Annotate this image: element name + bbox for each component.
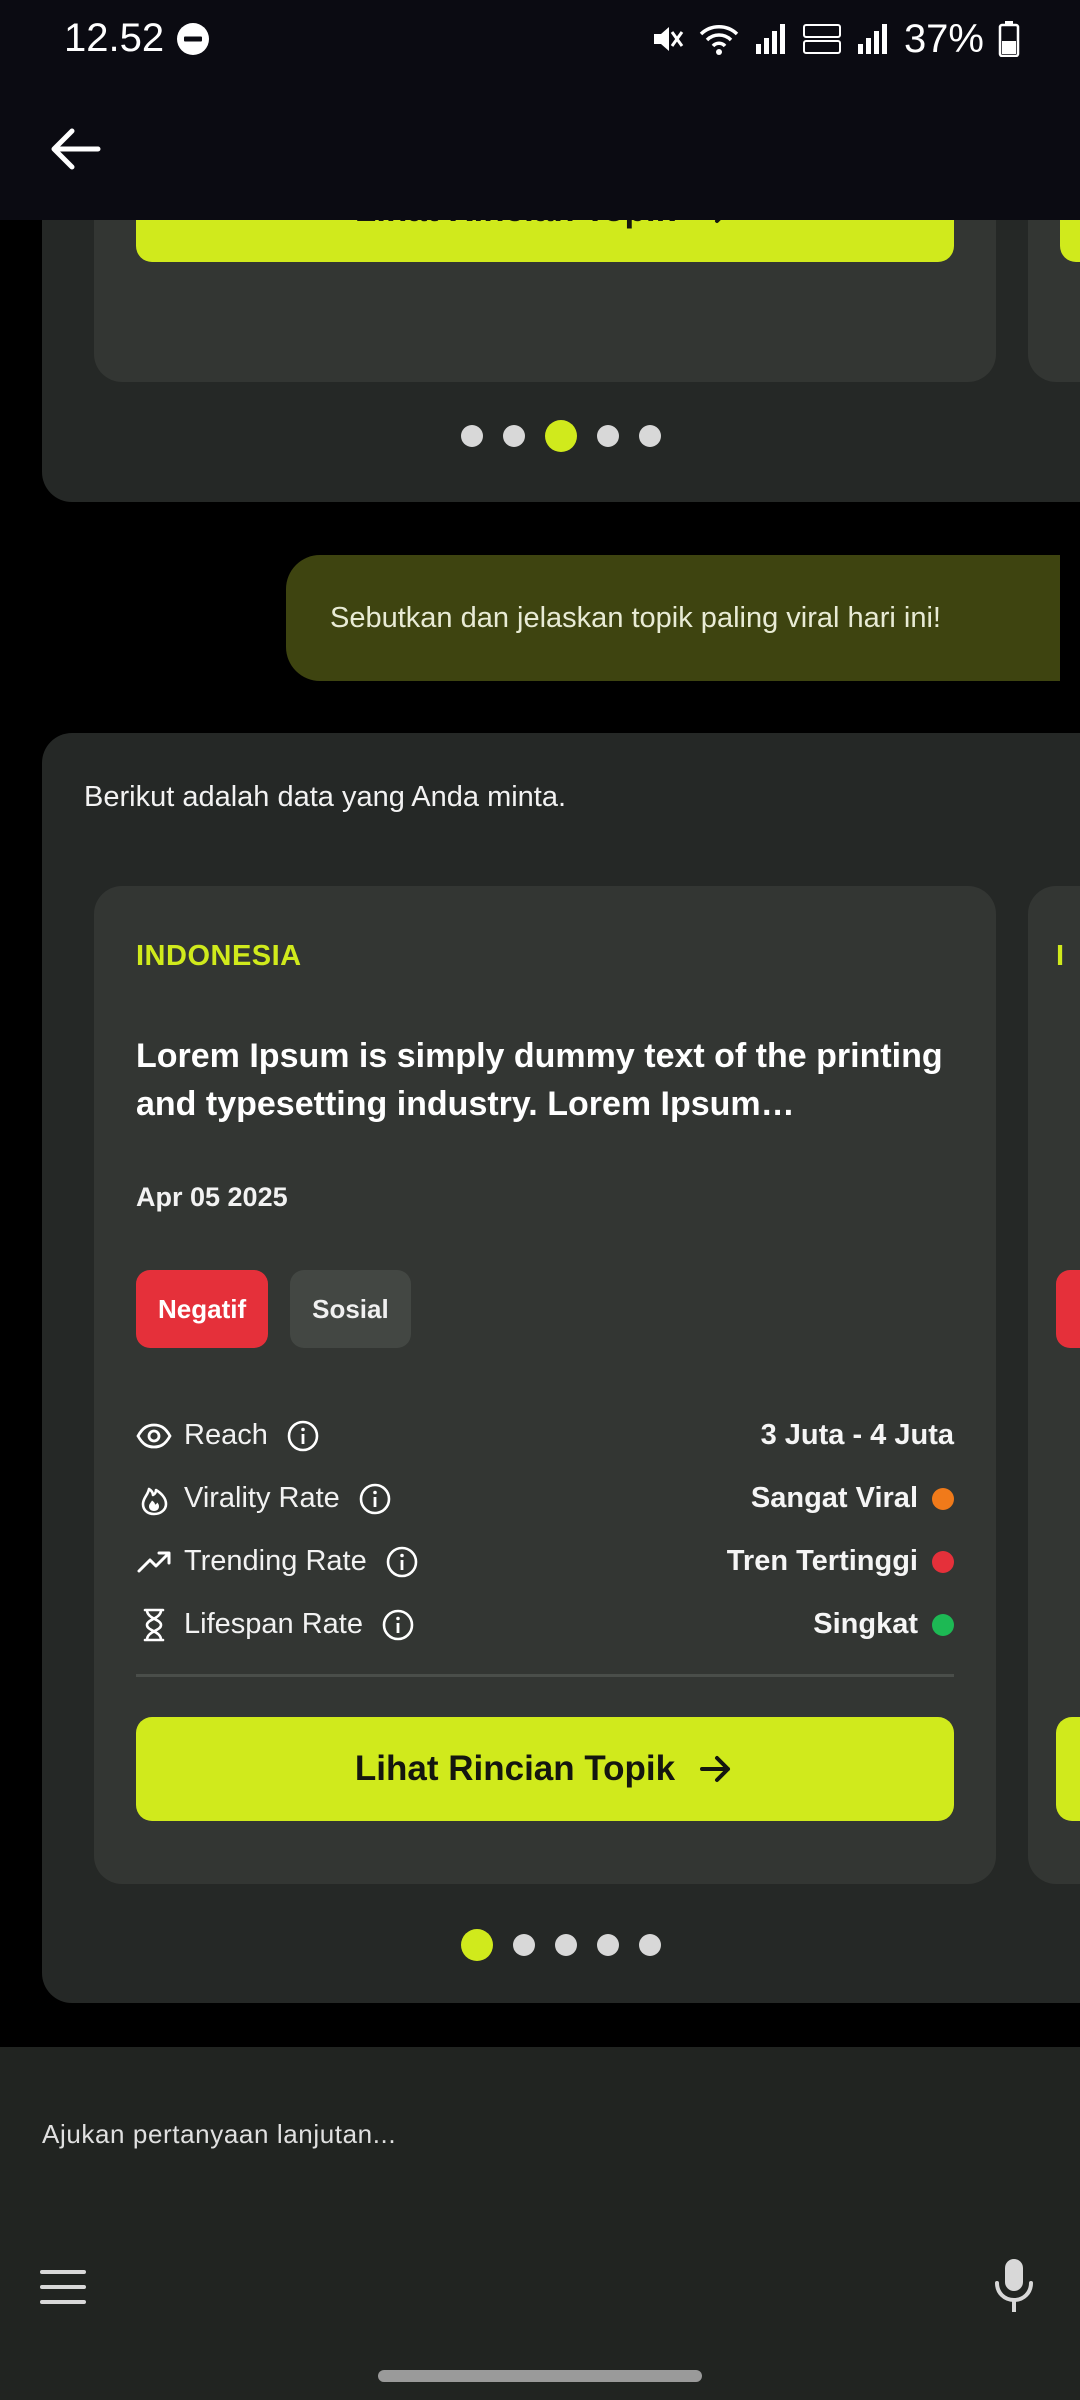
info-icon[interactable] — [358, 1482, 392, 1516]
virality-status-dot — [932, 1487, 954, 1510]
microphone-icon[interactable] — [990, 2257, 1038, 2315]
home-indicator[interactable] — [378, 2370, 702, 2382]
signal-icon — [755, 24, 785, 54]
info-icon[interactable] — [286, 1419, 320, 1453]
status-time: 12.52 — [64, 16, 165, 60]
metric-label: Trending Rate — [184, 1545, 367, 1577]
menu-icon[interactable] — [38, 2267, 88, 2307]
metric-reach: Reach 3 Juta - 4 Juta — [136, 1404, 954, 1467]
response-card: Berikut adalah data yang Anda minta. IND… — [42, 733, 1080, 2003]
metric-trending: Trending Rate Tren Tertinggi — [136, 1530, 954, 1593]
hourglass-icon — [143, 1608, 165, 1641]
do-not-disturb-icon — [177, 23, 209, 55]
divider — [136, 1674, 954, 1677]
carousel-dot[interactable] — [639, 1934, 661, 1956]
follow-up-input[interactable] — [42, 2119, 942, 2150]
trending-status-dot — [932, 1550, 954, 1573]
composer — [0, 2047, 1080, 2400]
metric-lifespan: Lifespan Rate Singkat — [136, 1593, 954, 1656]
sentiment-tag: Negatif — [136, 1270, 269, 1348]
info-icon[interactable] — [385, 1545, 419, 1579]
topic-headline: Lorem Ipsum is simply dummy text of the … — [136, 1037, 943, 1123]
carousel-dot[interactable] — [503, 425, 525, 447]
app-bar — [0, 80, 1080, 220]
battery-icon — [998, 21, 1020, 57]
carousel-dot[interactable] — [597, 1934, 619, 1956]
metric-virality: Virality Rate Sangat Viral — [136, 1467, 954, 1530]
view-topic-details-button[interactable]: Lihat Rincian Topik — [136, 1717, 954, 1821]
carousel-dot[interactable] — [513, 1934, 535, 1956]
topic-country: INDONESIA — [136, 940, 302, 972]
carousel-dot[interactable] — [461, 425, 483, 447]
user-message-text: Sebutkan dan jelaskan topik paling viral… — [330, 601, 941, 634]
metric-value: Tren Tertinggi — [727, 1545, 954, 1578]
volte-icon — [802, 24, 841, 54]
metric-value: Singkat — [813, 1608, 954, 1641]
carousel-dot[interactable] — [597, 425, 619, 447]
fire-icon — [141, 1487, 168, 1515]
metric-label: Reach — [184, 1419, 268, 1451]
topic-card: INDONESIA Lorem Ipsum is simply dummy te… — [94, 886, 996, 1884]
metric-value: 3 Juta - 4 Juta — [760, 1419, 954, 1451]
lifespan-status-dot — [932, 1613, 954, 1636]
metric-label: Virality Rate — [184, 1482, 340, 1514]
status-icons: 37% — [650, 14, 1020, 64]
info-icon[interactable] — [381, 1608, 415, 1642]
eye-icon — [136, 1423, 172, 1448]
carousel-dot-active[interactable] — [461, 1929, 493, 1961]
carousel-dot[interactable] — [639, 425, 661, 447]
topic-date: Apr 05 2025 — [136, 1182, 288, 1212]
user-message-bubble: Sebutkan dan jelaskan topik paling viral… — [286, 555, 1060, 681]
carousel-dots — [42, 420, 1080, 452]
mute-icon — [653, 27, 684, 51]
metric-label: Lifespan Rate — [184, 1608, 363, 1640]
category-tag: Sosial — [290, 1270, 411, 1348]
status-bar: 12.52 37% — [0, 0, 1080, 80]
response-intro: Berikut adalah data yang Anda minta. — [84, 781, 567, 813]
signal-icon — [857, 24, 887, 54]
metric-value: Sangat Viral — [751, 1482, 954, 1515]
arrow-right-icon — [700, 1756, 731, 1782]
topic-metrics: Reach 3 Juta - 4 Juta Virality Rate Sang… — [136, 1404, 954, 1656]
back-arrow-icon[interactable] — [42, 116, 108, 182]
carousel-dot-active[interactable] — [545, 420, 577, 452]
battery-percent: 37% — [903, 16, 984, 61]
carousel-dots — [42, 1929, 1080, 1961]
wifi-icon — [699, 25, 739, 55]
next-topic-card-peek[interactable]: I — [1028, 886, 1080, 1884]
trending-up-icon — [137, 1551, 171, 1572]
button-label: Lihat Rincian Topik — [354, 1749, 676, 1788]
topic-tags: Negatif Sosial — [136, 1270, 411, 1348]
carousel-dot[interactable] — [555, 1934, 577, 1956]
